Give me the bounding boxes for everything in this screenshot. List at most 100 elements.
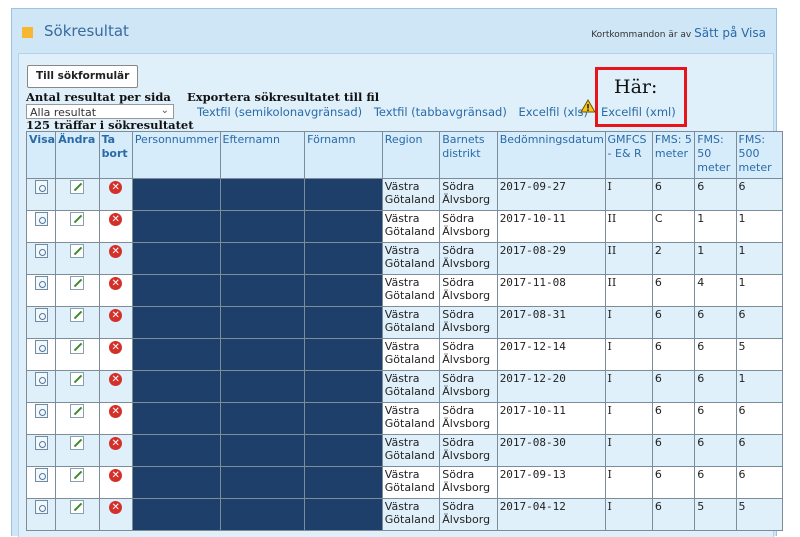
efternamn-cell <box>219 306 306 339</box>
fms50-cell: 4 <box>694 274 737 307</box>
table-row: ✕ Västra Götaland Södra Älvsborg 2017-04-12… <box>25 498 784 531</box>
view-cell <box>25 498 57 531</box>
view-icon[interactable] <box>34 212 48 226</box>
edit-icon[interactable] <box>70 468 85 482</box>
view-icon[interactable] <box>34 436 48 450</box>
delete-icon[interactable]: ✕ <box>109 373 123 386</box>
efternamn-cell <box>219 466 306 499</box>
fornamn-cell <box>304 466 383 499</box>
personnummer-cell <box>131 178 221 211</box>
fms50-cell: 6 <box>694 306 737 339</box>
col-header-fms500[interactable]: FMS: 500 meter <box>735 131 784 179</box>
view-icon[interactable] <box>34 404 48 418</box>
fms50-cell: 6 <box>694 466 737 499</box>
district-cell: Södra Älvsborg <box>439 466 498 499</box>
col-header-delete[interactable]: Ta bort <box>98 131 133 179</box>
fms50-cell: 6 <box>694 402 737 435</box>
delete-icon[interactable]: ✕ <box>109 245 123 258</box>
view-icon[interactable] <box>34 340 48 354</box>
view-icon[interactable] <box>34 468 48 482</box>
per-page-select[interactable]: Alla resultat ⌄ <box>26 104 174 119</box>
view-icon[interactable] <box>34 500 48 514</box>
panel-square-icon <box>22 27 33 38</box>
fms5-cell: C <box>651 210 696 243</box>
region-cell: Västra Götaland <box>381 402 441 435</box>
delete-icon[interactable]: ✕ <box>109 469 123 482</box>
table-row: ✕ Västra Götaland Södra Älvsborg 2017-08-31… <box>25 306 784 339</box>
fms5-cell: 6 <box>651 466 696 499</box>
efternamn-cell <box>219 210 306 243</box>
district-cell: Södra Älvsborg <box>439 498 498 531</box>
region-cell: Västra Götaland <box>381 338 441 371</box>
region-cell: Västra Götaland <box>381 498 441 531</box>
fornamn-cell <box>304 338 383 371</box>
edit-icon[interactable] <box>70 340 85 354</box>
delete-cell: ✕ <box>98 274 133 307</box>
date-cell: 2017-09-27 <box>496 178 606 211</box>
col-header-personnummer[interactable]: Personnummer <box>131 131 221 179</box>
gmfcs-cell: I <box>604 466 653 499</box>
export-xls-link[interactable]: Excelfil (xls) <box>519 105 589 119</box>
delete-icon[interactable]: ✕ <box>109 341 123 354</box>
delete-icon[interactable]: ✕ <box>109 405 123 418</box>
delete-icon[interactable]: ✕ <box>109 277 123 290</box>
delete-icon[interactable]: ✕ <box>109 213 123 226</box>
col-header-gmfcs[interactable]: GMFCS - E& R <box>604 131 653 179</box>
edit-icon[interactable] <box>70 276 85 290</box>
view-icon[interactable] <box>34 308 48 322</box>
personnummer-cell <box>131 434 221 467</box>
gmfcs-cell: II <box>604 210 653 243</box>
view-icon[interactable] <box>34 180 48 194</box>
personnummer-cell <box>131 338 221 371</box>
col-header-date[interactable]: Bedömningsdatum <box>496 131 606 179</box>
fornamn-cell <box>304 274 383 307</box>
delete-icon[interactable]: ✕ <box>109 437 123 450</box>
col-header-edit[interactable]: Ändra <box>55 131 100 179</box>
fms500-cell: 6 <box>735 402 784 435</box>
edit-icon[interactable] <box>70 308 85 322</box>
fms500-cell: 1 <box>735 210 784 243</box>
view-cell <box>25 370 57 403</box>
edit-icon[interactable] <box>70 404 85 418</box>
efternamn-cell <box>219 178 306 211</box>
col-header-region[interactable]: Region <box>381 131 441 179</box>
date-cell: 2017-11-08 <box>496 274 606 307</box>
delete-icon[interactable]: ✕ <box>109 181 123 194</box>
view-icon[interactable] <box>34 276 48 290</box>
efternamn-cell <box>219 370 306 403</box>
edit-icon[interactable] <box>70 212 85 226</box>
view-icon[interactable] <box>34 244 48 258</box>
efternamn-cell <box>219 498 306 531</box>
personnummer-cell <box>131 402 221 435</box>
edit-icon[interactable] <box>70 180 85 194</box>
col-header-view[interactable]: Visa <box>25 131 57 179</box>
delete-icon[interactable]: ✕ <box>109 309 123 322</box>
gmfcs-cell: I <box>604 402 653 435</box>
district-cell: Södra Älvsborg <box>439 178 498 211</box>
col-header-district[interactable]: Barnets distrikt <box>439 131 498 179</box>
edit-icon[interactable] <box>70 244 85 258</box>
fms50-cell: 6 <box>694 338 737 371</box>
table-row: ✕ Västra Götaland Södra Älvsborg 2017-11-08… <box>25 274 784 307</box>
edit-icon[interactable] <box>70 500 85 514</box>
fornamn-cell <box>304 402 383 435</box>
export-tab-link[interactable]: Textfil (tabbavgränsad) <box>374 105 507 119</box>
view-cell <box>25 274 57 307</box>
col-header-efternamn[interactable]: Efternamn <box>219 131 306 179</box>
edit-icon[interactable] <box>70 372 85 386</box>
search-form-button[interactable]: Till sökformulär <box>27 65 139 88</box>
fms5-cell: 6 <box>651 178 696 211</box>
edit-icon[interactable] <box>70 436 85 450</box>
col-header-fms5[interactable]: FMS: 5 meter <box>651 131 696 179</box>
export-semicolon-link[interactable]: Textfil (semikolonavgränsad) <box>197 105 362 119</box>
district-cell: Södra Älvsborg <box>439 306 498 339</box>
col-header-fms50[interactable]: FMS: 50 meter <box>694 131 737 179</box>
view-icon[interactable] <box>34 372 48 386</box>
delete-icon[interactable]: ✕ <box>109 501 123 514</box>
personnummer-cell <box>131 370 221 403</box>
shortcut-toggle-link[interactable]: Sätt på Visa <box>694 26 766 40</box>
personnummer-cell <box>131 306 221 339</box>
fms500-cell: 5 <box>735 498 784 531</box>
col-header-fornamn[interactable]: Förnamn <box>304 131 383 179</box>
efternamn-cell <box>219 434 306 467</box>
